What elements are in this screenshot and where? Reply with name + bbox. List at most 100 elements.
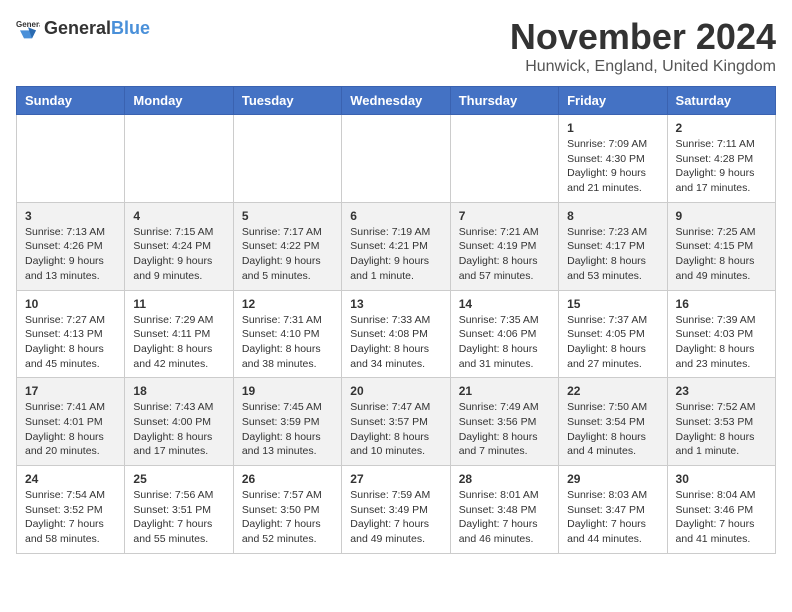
day-info: Sunrise: 7:15 AM Sunset: 4:24 PM Dayligh… <box>133 225 224 284</box>
day-cell <box>450 115 558 203</box>
day-cell: 13 Sunrise: 7:33 AM Sunset: 4:08 PM Dayli… <box>342 290 450 378</box>
day-info: Sunrise: 7:43 AM Sunset: 4:00 PM Dayligh… <box>133 400 224 459</box>
day-info: Sunrise: 7:41 AM Sunset: 4:01 PM Dayligh… <box>25 400 116 459</box>
day-cell: 2Sunrise: 7:11 AM Sunset: 4:28 PM Daylig… <box>667 115 775 203</box>
day-number: 6 <box>350 209 441 223</box>
day-info: Sunrise: 7:57 AM Sunset: 3:50 PM Dayligh… <box>242 488 333 547</box>
week-row-3: 10 Sunrise: 7:27 AM Sunset: 4:13 PM Dayli… <box>17 290 776 378</box>
day-number: 28 <box>459 472 550 486</box>
day-cell: 19 Sunrise: 7:45 AM Sunset: 3:59 PM Dayli… <box>233 378 341 466</box>
day-info: Sunrise: 7:45 AM Sunset: 3:59 PM Dayligh… <box>242 400 333 459</box>
header-saturday: Saturday <box>667 87 775 115</box>
day-number: 5 <box>242 209 333 223</box>
day-info: Sunrise: 7:21 AM Sunset: 4:19 PM Dayligh… <box>459 225 550 284</box>
header-sunday: Sunday <box>17 87 125 115</box>
day-cell: 22 Sunrise: 7:50 AM Sunset: 3:54 PM Dayli… <box>559 378 667 466</box>
week-row-5: 24 Sunrise: 7:54 AM Sunset: 3:52 PM Dayli… <box>17 466 776 554</box>
day-number: 7 <box>459 209 550 223</box>
day-info: Sunrise: 8:01 AM Sunset: 3:48 PM Dayligh… <box>459 488 550 547</box>
day-number: 23 <box>676 384 767 398</box>
day-info: Sunrise: 7:13 AM Sunset: 4:26 PM Dayligh… <box>25 225 116 284</box>
day-number: 16 <box>676 297 767 311</box>
day-info: Sunrise: 7:23 AM Sunset: 4:17 PM Dayligh… <box>567 225 658 284</box>
day-number: 1 <box>567 121 658 135</box>
day-number: 19 <box>242 384 333 398</box>
header-tuesday: Tuesday <box>233 87 341 115</box>
day-info: Sunrise: 7:17 AM Sunset: 4:22 PM Dayligh… <box>242 225 333 284</box>
day-number: 4 <box>133 209 224 223</box>
day-number: 30 <box>676 472 767 486</box>
day-number: 29 <box>567 472 658 486</box>
day-cell <box>342 115 450 203</box>
logo: General GeneralBlue <box>16 16 150 40</box>
day-number: 9 <box>676 209 767 223</box>
day-cell: 15 Sunrise: 7:37 AM Sunset: 4:05 PM Dayli… <box>559 290 667 378</box>
day-cell: 10 Sunrise: 7:27 AM Sunset: 4:13 PM Dayli… <box>17 290 125 378</box>
day-number: 17 <box>25 384 116 398</box>
day-number: 3 <box>25 209 116 223</box>
day-number: 13 <box>350 297 441 311</box>
location-title: Hunwick, England, United Kingdom <box>510 58 776 76</box>
day-cell: 26Sunrise: 7:57 AM Sunset: 3:50 PM Dayli… <box>233 466 341 554</box>
day-info: Sunrise: 7:54 AM Sunset: 3:52 PM Dayligh… <box>25 488 116 547</box>
day-cell: 18 Sunrise: 7:43 AM Sunset: 4:00 PM Dayli… <box>125 378 233 466</box>
svg-text:General: General <box>16 20 40 29</box>
day-number: 11 <box>133 297 224 311</box>
logo-blue: Blue <box>111 18 150 38</box>
calendar: Sunday Monday Tuesday Wednesday Thursday… <box>16 86 776 554</box>
day-cell: 24 Sunrise: 7:54 AM Sunset: 3:52 PM Dayli… <box>17 466 125 554</box>
day-info: Sunrise: 7:31 AM Sunset: 4:10 PM Dayligh… <box>242 313 333 372</box>
day-cell: 28 Sunrise: 8:01 AM Sunset: 3:48 PM Dayli… <box>450 466 558 554</box>
day-number: 21 <box>459 384 550 398</box>
day-info: Sunrise: 7:11 AM Sunset: 4:28 PM Dayligh… <box>676 137 767 196</box>
title-section: November 2024 Hunwick, England, United K… <box>510 16 776 76</box>
day-number: 20 <box>350 384 441 398</box>
day-number: 24 <box>25 472 116 486</box>
day-cell <box>17 115 125 203</box>
day-cell: 27 Sunrise: 7:59 AM Sunset: 3:49 PM Dayli… <box>342 466 450 554</box>
day-cell: 14 Sunrise: 7:35 AM Sunset: 4:06 PM Dayli… <box>450 290 558 378</box>
day-number: 15 <box>567 297 658 311</box>
day-cell <box>233 115 341 203</box>
day-info: Sunrise: 7:19 AM Sunset: 4:21 PM Dayligh… <box>350 225 441 284</box>
day-cell: 4 Sunrise: 7:15 AM Sunset: 4:24 PM Daylig… <box>125 202 233 290</box>
day-cell: 17 Sunrise: 7:41 AM Sunset: 4:01 PM Dayli… <box>17 378 125 466</box>
header-thursday: Thursday <box>450 87 558 115</box>
header-monday: Monday <box>125 87 233 115</box>
day-cell: 21 Sunrise: 7:49 AM Sunset: 3:56 PM Dayli… <box>450 378 558 466</box>
day-info: Sunrise: 7:09 AM Sunset: 4:30 PM Dayligh… <box>567 137 658 196</box>
day-cell: 20Sunrise: 7:47 AM Sunset: 3:57 PM Dayli… <box>342 378 450 466</box>
logo-text: GeneralBlue <box>44 18 150 39</box>
week-row-1: 1 Sunrise: 7:09 AM Sunset: 4:30 PM Daylig… <box>17 115 776 203</box>
day-info: Sunrise: 7:35 AM Sunset: 4:06 PM Dayligh… <box>459 313 550 372</box>
day-cell: 6 Sunrise: 7:19 AM Sunset: 4:21 PM Daylig… <box>342 202 450 290</box>
day-number: 8 <box>567 209 658 223</box>
day-cell: 7 Sunrise: 7:21 AM Sunset: 4:19 PM Daylig… <box>450 202 558 290</box>
week-row-2: 3 Sunrise: 7:13 AM Sunset: 4:26 PM Daylig… <box>17 202 776 290</box>
day-cell: 30Sunrise: 8:04 AM Sunset: 3:46 PM Dayli… <box>667 466 775 554</box>
day-number: 22 <box>567 384 658 398</box>
day-info: Sunrise: 7:33 AM Sunset: 4:08 PM Dayligh… <box>350 313 441 372</box>
day-cell: 16Sunrise: 7:39 AM Sunset: 4:03 PM Dayli… <box>667 290 775 378</box>
day-cell: 8 Sunrise: 7:23 AM Sunset: 4:17 PM Daylig… <box>559 202 667 290</box>
day-number: 27 <box>350 472 441 486</box>
day-info: Sunrise: 7:52 AM Sunset: 3:53 PM Dayligh… <box>676 400 767 459</box>
day-cell: 11 Sunrise: 7:29 AM Sunset: 4:11 PM Dayli… <box>125 290 233 378</box>
day-number: 18 <box>133 384 224 398</box>
header: General GeneralBlue November 2024 Hunwic… <box>16 16 776 76</box>
day-info: Sunrise: 7:50 AM Sunset: 3:54 PM Dayligh… <box>567 400 658 459</box>
day-info: Sunrise: 7:49 AM Sunset: 3:56 PM Dayligh… <box>459 400 550 459</box>
day-info: Sunrise: 7:29 AM Sunset: 4:11 PM Dayligh… <box>133 313 224 372</box>
logo-icon: General <box>16 16 40 40</box>
day-info: Sunrise: 7:25 AM Sunset: 4:15 PM Dayligh… <box>676 225 767 284</box>
day-cell: 23 Sunrise: 7:52 AM Sunset: 3:53 PM Dayli… <box>667 378 775 466</box>
day-number: 25 <box>133 472 224 486</box>
day-cell <box>125 115 233 203</box>
day-info: Sunrise: 7:27 AM Sunset: 4:13 PM Dayligh… <box>25 313 116 372</box>
day-info: Sunrise: 7:37 AM Sunset: 4:05 PM Dayligh… <box>567 313 658 372</box>
day-number: 14 <box>459 297 550 311</box>
day-cell: 1 Sunrise: 7:09 AM Sunset: 4:30 PM Daylig… <box>559 115 667 203</box>
day-number: 10 <box>25 297 116 311</box>
day-cell: 3 Sunrise: 7:13 AM Sunset: 4:26 PM Daylig… <box>17 202 125 290</box>
day-info: Sunrise: 7:59 AM Sunset: 3:49 PM Dayligh… <box>350 488 441 547</box>
